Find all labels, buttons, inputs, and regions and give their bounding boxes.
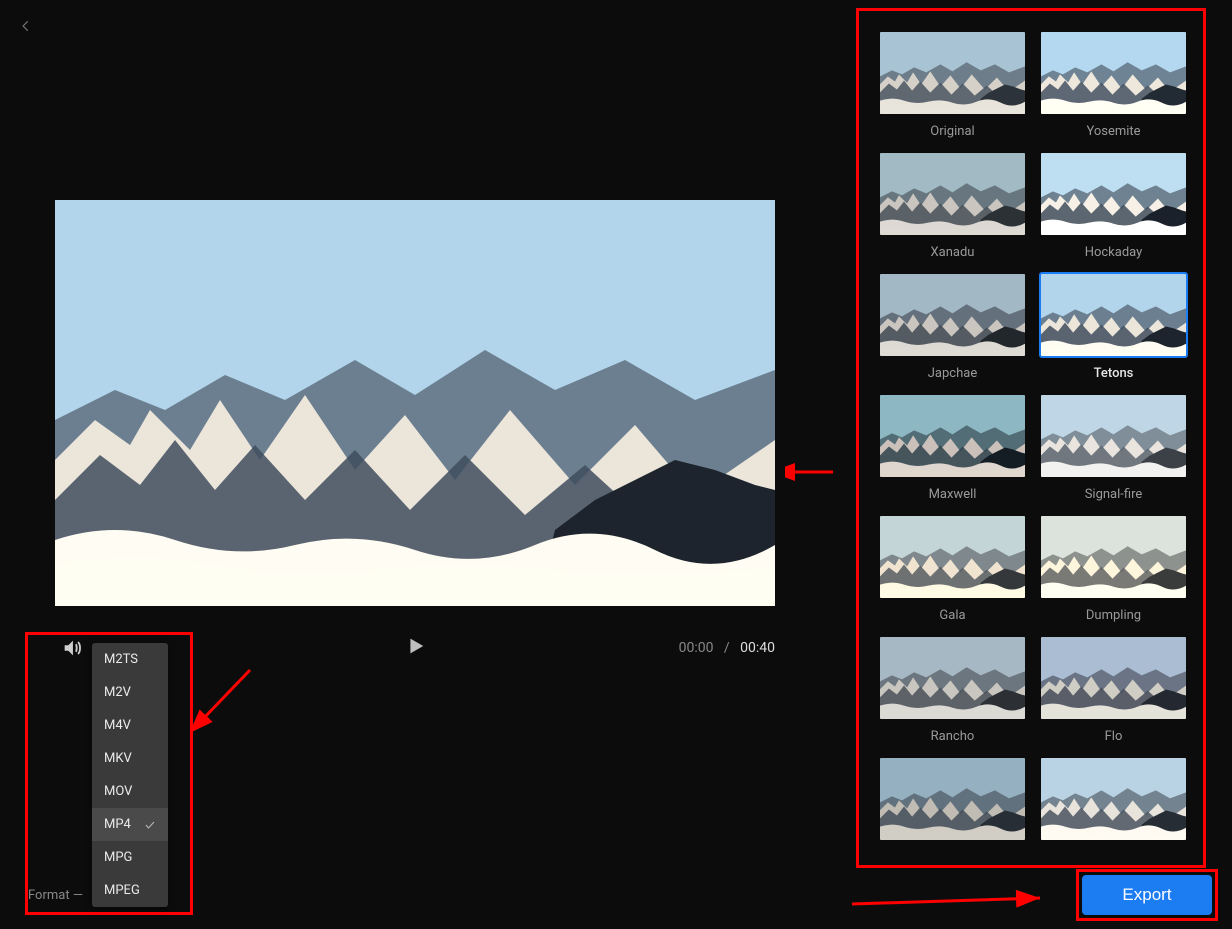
export-button[interactable]: Export (1082, 875, 1212, 915)
annotation-arrow-filters (785, 462, 835, 482)
format-option-m2ts[interactable]: M2TS (92, 643, 168, 676)
thumbnail-image (1041, 153, 1186, 235)
total-time: 00:40 (740, 640, 775, 656)
filter-thumbnail (1041, 516, 1186, 598)
filter-maxwell[interactable]: Maxwell (880, 395, 1025, 502)
filter-thumbnail (880, 395, 1025, 477)
format-option-mov[interactable]: MOV (92, 775, 168, 808)
filter-thumbnail (880, 153, 1025, 235)
thumbnail-image (1041, 274, 1186, 356)
format-option-mkv[interactable]: MKV (92, 742, 168, 775)
filter-thumbnail (1041, 274, 1186, 356)
filter-label: Dumpling (1086, 608, 1141, 623)
filter-label: Gala (939, 608, 965, 623)
filter-yosemite[interactable]: Yosemite (1041, 32, 1186, 139)
format-option-label: MPG (104, 850, 132, 865)
filter-grid: Original Yosemite Xanadu Hockaday Japchae Tet… (858, 20, 1208, 850)
play-button[interactable] (404, 635, 426, 661)
volume-icon (61, 637, 83, 659)
filter-label: Flo (1105, 729, 1123, 744)
filter-thumbnail (880, 516, 1025, 598)
filter-thumbnail (880, 32, 1025, 114)
filter-label: Xanadu (931, 245, 975, 260)
filter-label: Japchae (928, 366, 977, 381)
time-separator: / (717, 640, 737, 656)
format-option-label: MKV (104, 751, 132, 766)
filter-label: Rancho (931, 729, 975, 744)
thumbnail-image (880, 395, 1025, 477)
format-option-mpeg[interactable]: MPEG (92, 874, 168, 907)
format-option-m2v[interactable]: M2V (92, 676, 168, 709)
thumbnail-image (1041, 32, 1186, 114)
filter-item[interactable] (1041, 758, 1186, 850)
video-preview[interactable] (55, 200, 775, 606)
filter-flo[interactable]: Flo (1041, 637, 1186, 744)
annotation-arrow-format (190, 660, 260, 740)
format-option-label: MPEG (104, 883, 140, 898)
thumbnail-image (1041, 637, 1186, 719)
filter-thumbnail (1041, 153, 1186, 235)
filter-thumbnail (1041, 395, 1186, 477)
time-display: 00:00 / 00:40 (679, 640, 775, 656)
filter-thumbnail (880, 637, 1025, 719)
app-root: 00:00 / 00:40 M2TS M2V M4V MKV MOV MP4 MPG MPEG… (0, 0, 1232, 929)
thumbnail-image (880, 153, 1025, 235)
format-option-label: M2V (104, 685, 131, 700)
current-time: 00:00 (679, 640, 714, 656)
thumbnail-image (880, 637, 1025, 719)
filter-label: Hockaday (1085, 245, 1143, 260)
filter-original[interactable]: Original (880, 32, 1025, 139)
filter-signal-fire[interactable]: Signal-fire (1041, 395, 1186, 502)
filter-rancho[interactable]: Rancho (880, 637, 1025, 744)
preview-image (55, 200, 775, 606)
filter-tetons[interactable]: Tetons (1041, 274, 1186, 381)
filter-dumpling[interactable]: Dumpling (1041, 516, 1186, 623)
play-icon (404, 635, 426, 657)
chevron-left-icon (19, 19, 33, 33)
thumbnail-image (880, 274, 1025, 356)
format-option-label: M2TS (104, 652, 138, 667)
export-button-label: Export (1122, 885, 1171, 905)
volume-button[interactable] (61, 637, 83, 659)
filter-thumbnail (1041, 32, 1186, 114)
thumbnail-image (880, 758, 1025, 840)
check-icon (144, 819, 156, 831)
thumbnail-image (880, 32, 1025, 114)
filter-japchae[interactable]: Japchae (880, 274, 1025, 381)
format-dropdown-menu[interactable]: M2TS M2V M4V MKV MOV MP4 MPG MPEG (92, 643, 168, 907)
thumbnail-image (880, 516, 1025, 598)
annotation-arrow-export (850, 888, 1050, 914)
back-button[interactable] (14, 14, 38, 38)
format-option-mpg[interactable]: MPG (92, 841, 168, 874)
format-option-label: M4V (104, 718, 131, 733)
format-label: Format — (28, 888, 83, 903)
filter-label: Tetons (1094, 366, 1134, 381)
thumbnail-image (1041, 516, 1186, 598)
filter-hockaday[interactable]: Hockaday (1041, 153, 1186, 260)
format-option-label: MOV (104, 784, 132, 799)
filter-label: Yosemite (1086, 124, 1140, 139)
filter-xanadu[interactable]: Xanadu (880, 153, 1025, 260)
filter-item[interactable] (880, 758, 1025, 850)
filter-gala[interactable]: Gala (880, 516, 1025, 623)
filter-thumbnail (1041, 637, 1186, 719)
format-option-m4v[interactable]: M4V (92, 709, 168, 742)
format-option-mp4[interactable]: MP4 (92, 808, 168, 841)
filter-thumbnail (880, 274, 1025, 356)
filter-label: Maxwell (929, 487, 977, 502)
filter-panel: Original Yosemite Xanadu Hockaday Japchae Tet… (858, 20, 1208, 865)
thumbnail-image (1041, 758, 1186, 840)
format-option-label: MP4 (104, 817, 131, 832)
filter-thumbnail (1041, 758, 1186, 840)
filter-label: Signal-fire (1085, 487, 1143, 502)
thumbnail-image (1041, 395, 1186, 477)
filter-thumbnail (880, 758, 1025, 840)
filter-label: Original (930, 124, 974, 139)
